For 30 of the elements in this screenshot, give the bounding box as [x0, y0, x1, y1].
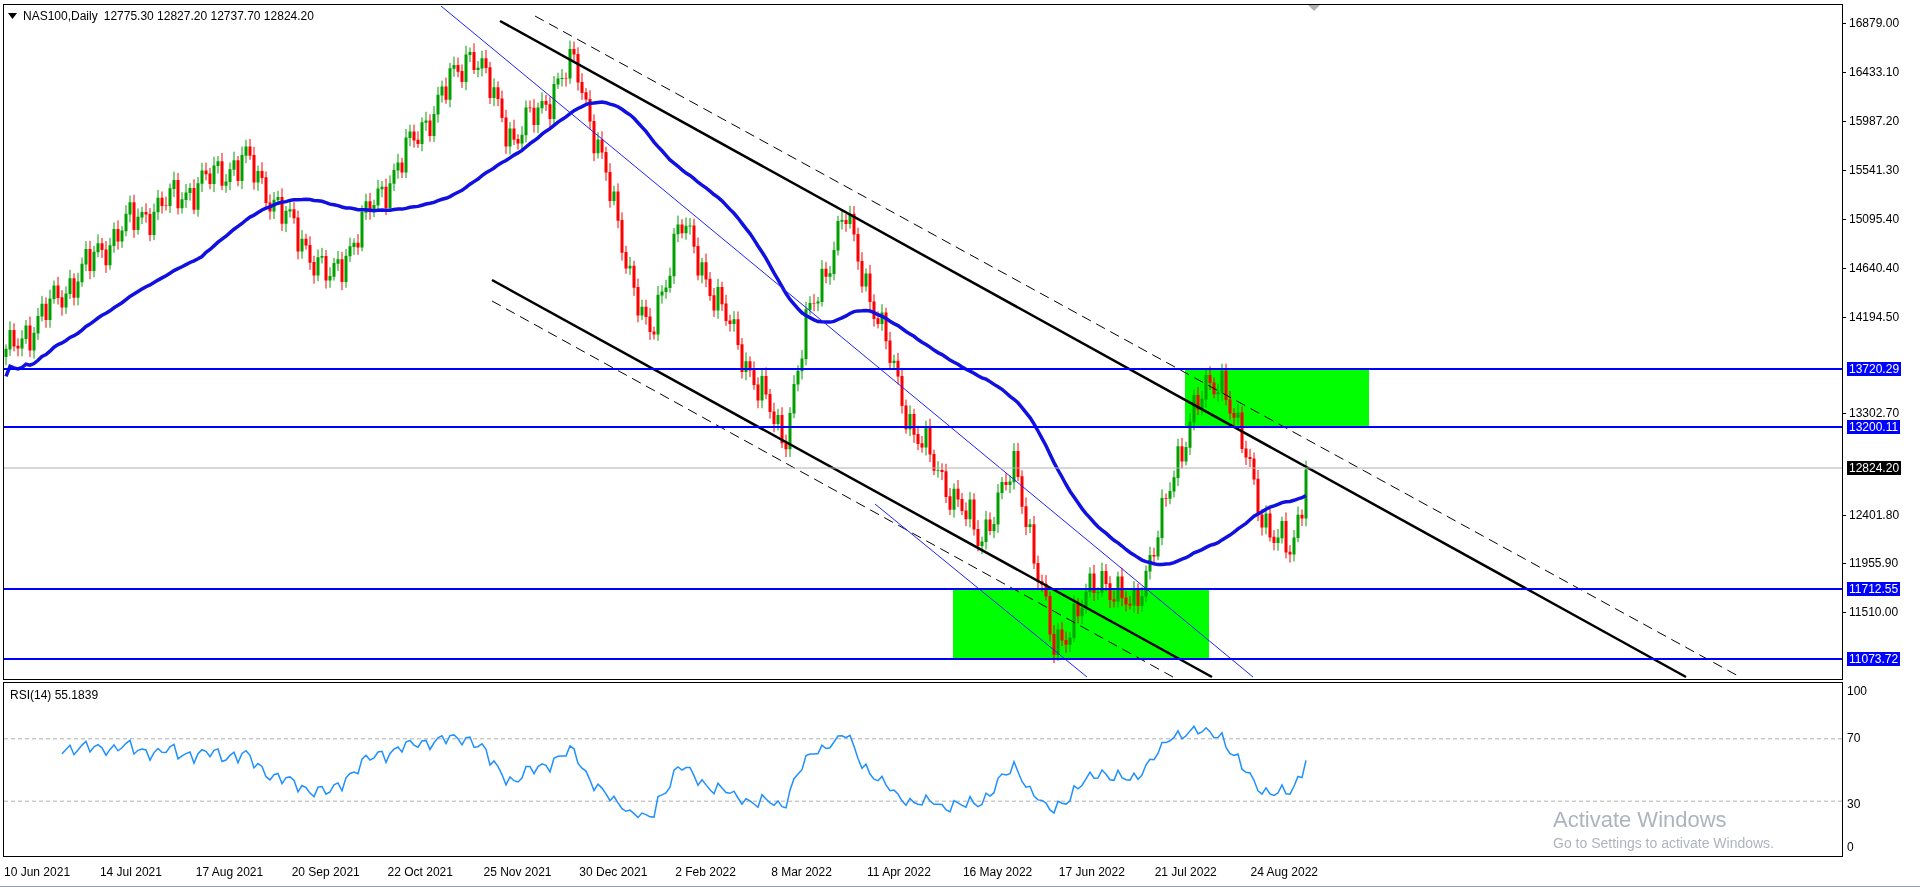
date-tick-label: 17 Jun 2022 [1058, 863, 1126, 881]
date-tick-label: 17 Aug 2021 [195, 863, 265, 881]
current-price-label: 12824.20 [1847, 461, 1902, 475]
date-tick-label: 20 Sep 2021 [291, 863, 361, 881]
date-tick-label: 10 Jun 2021 [4, 863, 72, 881]
level-price-label: 13200.11 [1847, 420, 1901, 434]
date-tick-label: 24 Aug 2022 [1250, 863, 1319, 881]
activation-message: Go to Settings to activate Windows. [1553, 834, 1774, 852]
rsi-tick-label: 0 [1847, 840, 1854, 854]
ohlc-values: 12775.30 12827.20 12737.70 12824.20 [103, 8, 314, 25]
date-tick-label: 2 Feb 2022 [675, 863, 737, 881]
date-tick-label: 16 May 2022 [962, 863, 1034, 881]
shift-marker-icon[interactable] [1308, 5, 1320, 11]
activation-title: Activate Windows [1553, 806, 1728, 834]
date-tick-label: 21 Jul 2022 [1154, 863, 1218, 881]
rsi-tick-label: 30 [1847, 797, 1861, 811]
date-tick-label: 11 Apr 2022 [867, 863, 932, 881]
rsi-tick-label: 100 [1847, 684, 1868, 698]
symbol-label: NAS100,Daily [23, 8, 98, 25]
date-tick-label: 22 Oct 2021 [387, 863, 454, 881]
rsi-tick-label: 70 [1847, 731, 1861, 745]
date-tick-label: 30 Dec 2021 [579, 863, 649, 881]
rsi-label: RSI(14) 55.1839 [10, 687, 99, 704]
date-tick-label: 14 Jul 2021 [99, 863, 163, 881]
date-tick-label: 8 Mar 2022 [771, 863, 833, 881]
level-price-label: 13720.29 [1847, 362, 1902, 376]
date-tick-label: 25 Nov 2021 [483, 863, 553, 881]
dropdown-triangle-icon[interactable] [8, 13, 17, 19]
level-price-label: 11073.72 [1847, 652, 1901, 666]
level-price-label: 11712.55 [1847, 582, 1901, 596]
